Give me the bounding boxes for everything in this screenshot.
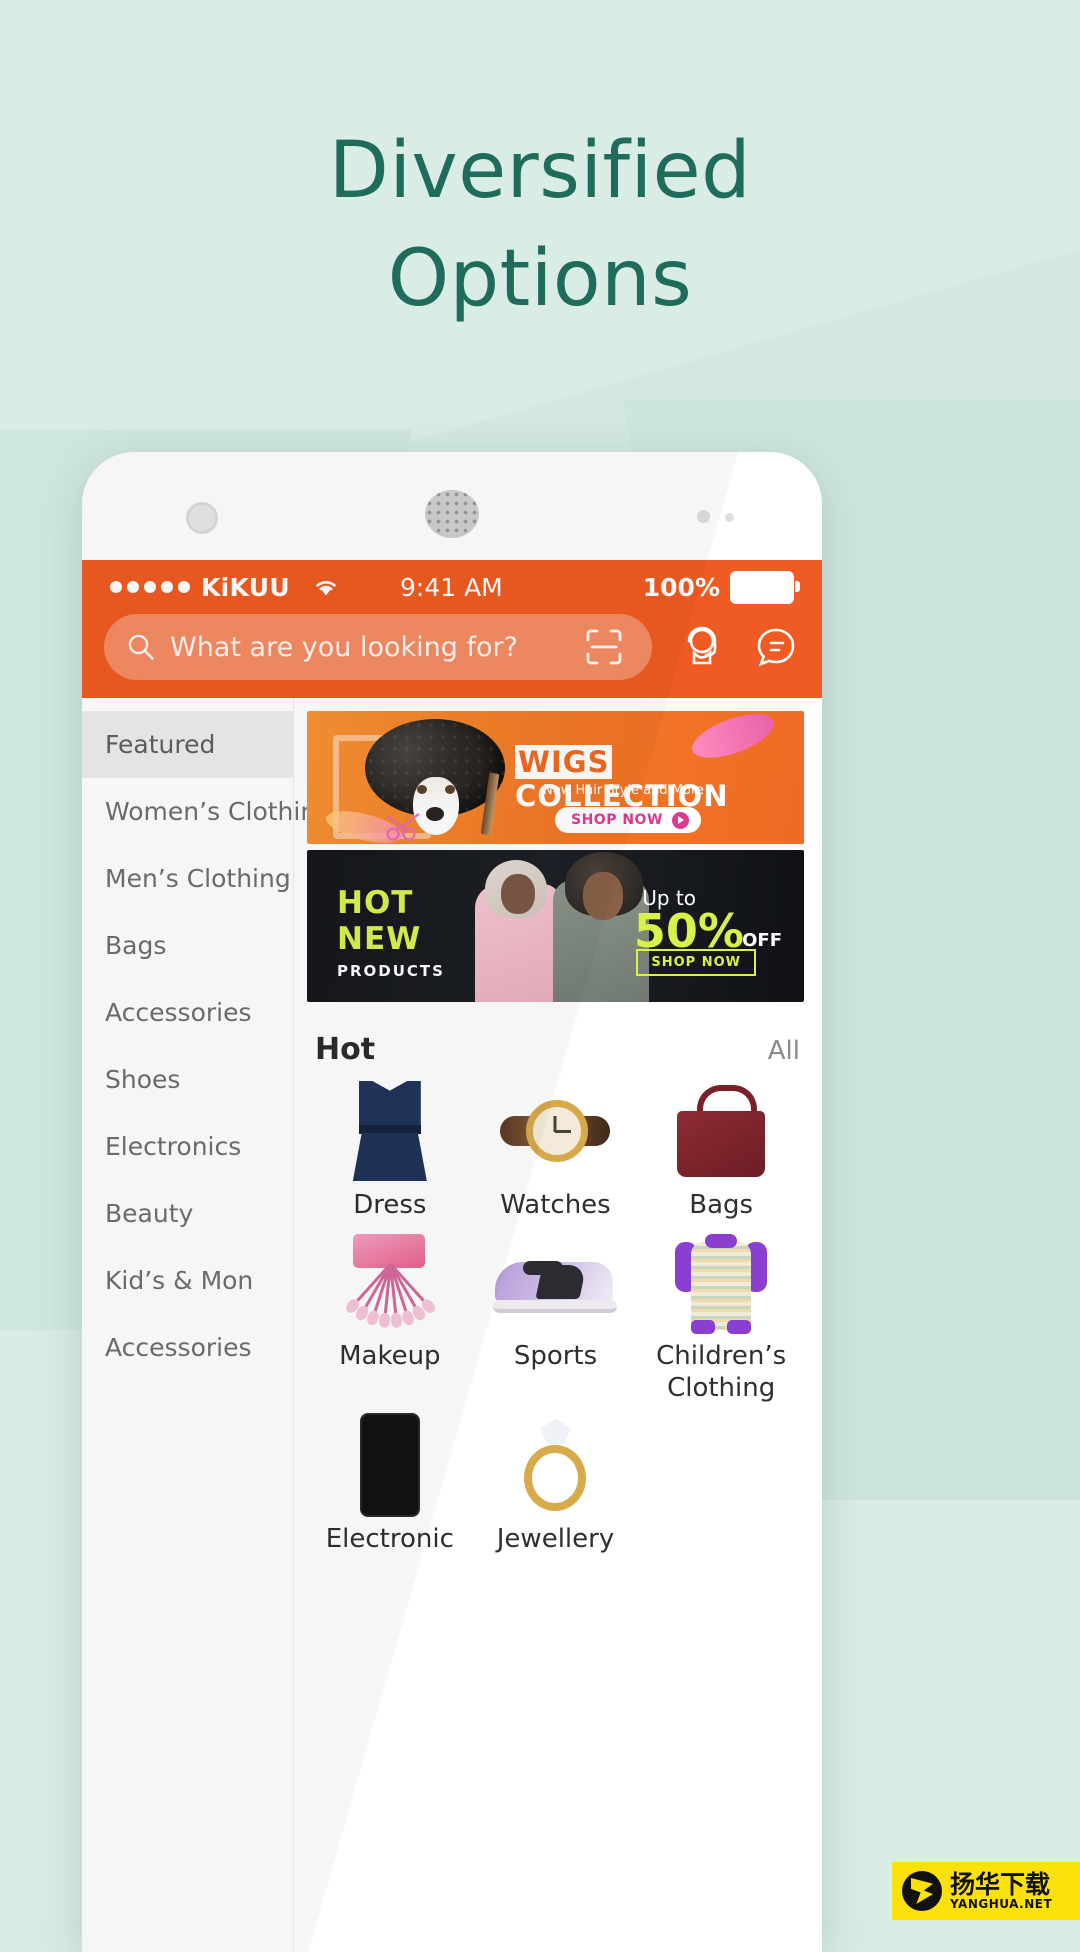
app-screen: KiKUU 9:41 AM 100% What are you looking … (82, 560, 822, 1952)
search-input[interactable]: What are you looking for? (104, 614, 652, 680)
carrier-name: KiKUU (201, 572, 290, 602)
banner-shop-now-button[interactable]: SHOP NOW (555, 807, 701, 833)
watermark-line-2: YANGHUA.NET (950, 1896, 1053, 1911)
banner-title: WIGS COLLECTION (515, 745, 804, 813)
smartphone-thumbnail (326, 1411, 454, 1519)
headline-line-2: Options (387, 233, 693, 324)
battery-percent-label: 100% (642, 572, 720, 602)
proximity-sensor-icon (697, 510, 710, 523)
chat-bubble-icon[interactable] (752, 623, 800, 671)
sidebar-item-label: Electronics (105, 1132, 242, 1161)
sidebar-item-label: Featured (105, 730, 216, 759)
screen-content: Featured Women’s Clothing Men’s Clothing… (82, 698, 822, 1950)
sidebar-item-label: Bags (105, 931, 167, 960)
category-cell-electronic[interactable]: Electronic (307, 1411, 473, 1556)
wifi-icon (312, 576, 340, 598)
baby-romper-thumbnail (657, 1228, 785, 1336)
category-cell-makeup[interactable]: Makeup (307, 1228, 473, 1405)
headset-icon[interactable] (678, 623, 726, 671)
sidebar-item-accessories[interactable]: Accessories (82, 979, 294, 1046)
front-camera-icon (186, 502, 218, 534)
phone-mockup: KiKUU 9:41 AM 100% What are you looking … (82, 452, 822, 1952)
category-cell-watches[interactable]: Watches (473, 1077, 639, 1222)
status-clock: 9:41 AM (399, 572, 503, 602)
phone-top-bezel (82, 452, 822, 560)
category-label: Dress (353, 1190, 427, 1220)
main-content: WIGS COLLECTION New Hair Style and More … (294, 698, 822, 1950)
site-watermark: 扬华下载 YANGHUA.NET (892, 1862, 1080, 1920)
sidebar-item-label: Men’s Clothing (105, 864, 291, 893)
sneaker-thumbnail (491, 1228, 619, 1336)
promo-headline: Diversified Options (0, 118, 1080, 333)
banner-cta-label: SHOP NOW (571, 812, 663, 828)
sidebar-item-label: Women’s Clothing (105, 797, 333, 826)
category-cell-bags[interactable]: Bags (638, 1077, 804, 1222)
watermark-line-1: 扬华下载 (950, 1869, 1051, 1899)
banner2-line2: NEW (337, 920, 422, 957)
sidebar-item-kids-and-mon[interactable]: Kid’s & Mon (82, 1247, 294, 1314)
scan-barcode-icon[interactable] (584, 627, 624, 667)
banner2-discount-value: 50% (633, 904, 744, 958)
banner2-line3: PRODUCTS (337, 962, 445, 980)
headline-line-1: Diversified (328, 126, 752, 216)
play-arrow-icon (671, 811, 689, 829)
earpiece-speaker-icon (425, 490, 479, 538)
category-label: Jewellery (496, 1523, 615, 1554)
banner2-line1: HOT (337, 885, 414, 921)
hot-section-header: Hot All (315, 1032, 800, 1067)
sidebar-item-electronics[interactable]: Electronics (82, 1113, 294, 1180)
light-sensor-icon (725, 513, 734, 522)
watch-thumbnail (491, 1077, 619, 1185)
category-cell-childrens-clothing[interactable]: Children’s Clothing (638, 1228, 804, 1405)
search-row: What are you looking for? (82, 614, 822, 680)
category-label: Watches (500, 1190, 611, 1220)
banner2-off-label: OFF (742, 930, 782, 951)
sidebar-item-womens-clothing[interactable]: Women’s Clothing (82, 778, 332, 845)
sidebar-item-label: Accessories (105, 998, 252, 1027)
sidebar-item-bags[interactable]: Bags (82, 912, 294, 979)
signal-strength-icon (110, 581, 190, 593)
category-label: Bags (689, 1190, 754, 1220)
banner-subtitle: New Hair Style and More (543, 783, 704, 798)
category-cell-jewellery[interactable]: Jewellery (473, 1411, 639, 1556)
handbag-thumbnail (657, 1077, 785, 1185)
hot-category-grid: Dress Watches Bags Makeup Sports Childre… (307, 1077, 804, 1555)
watermark-logo-icon (902, 1871, 942, 1911)
category-cell-dress[interactable]: Dress (307, 1077, 473, 1222)
makeup-brushes-thumbnail (326, 1228, 454, 1336)
banner2-headline: HOT NEW (337, 885, 422, 957)
app-header: KiKUU 9:41 AM 100% What are you looking … (82, 560, 822, 698)
sidebar-item-label: Accessories (105, 1333, 252, 1362)
sidebar-item-label: Shoes (105, 1065, 181, 1094)
category-sidebar[interactable]: Featured Women’s Clothing Men’s Clothing… (82, 698, 332, 1950)
status-right-group: 100% (642, 570, 800, 604)
search-icon (126, 632, 156, 662)
hot-section-title: Hot (315, 1032, 376, 1067)
wigs-collection-banner[interactable]: WIGS COLLECTION New Hair Style and More … (307, 711, 804, 844)
category-label: Sports (513, 1340, 598, 1371)
category-cell-sports[interactable]: Sports (473, 1228, 639, 1405)
ring-thumbnail (491, 1411, 619, 1519)
hot-section-all-link[interactable]: All (768, 1036, 800, 1066)
sidebar-item-label: Kid’s & Mon (105, 1266, 254, 1295)
scissors-icon (385, 812, 429, 842)
sidebar-item-accessories-2[interactable]: Accessories (82, 1314, 294, 1381)
banner2-shop-now-button[interactable]: SHOP NOW (636, 949, 756, 976)
category-label: Electronic (325, 1523, 454, 1554)
sidebar-item-label: Beauty (105, 1199, 194, 1228)
sidebar-item-featured[interactable]: Featured (82, 711, 294, 778)
battery-full-icon (730, 570, 800, 604)
dress-thumbnail (326, 1077, 454, 1185)
sidebar-item-beauty[interactable]: Beauty (82, 1180, 294, 1247)
sidebar-item-mens-clothing[interactable]: Men’s Clothing (82, 845, 294, 912)
status-bar: KiKUU 9:41 AM 100% (82, 560, 822, 614)
hot-new-products-banner[interactable]: HOT NEW PRODUCTS Up to 50% OFF SHOP NOW (307, 850, 804, 1002)
search-placeholder-text: What are you looking for? (170, 631, 518, 663)
sidebar-item-shoes[interactable]: Shoes (82, 1046, 294, 1113)
category-label: Children’s Clothing (656, 1340, 787, 1404)
category-label: Makeup (339, 1340, 441, 1371)
banner-title-highlight: WIGS (515, 745, 613, 779)
